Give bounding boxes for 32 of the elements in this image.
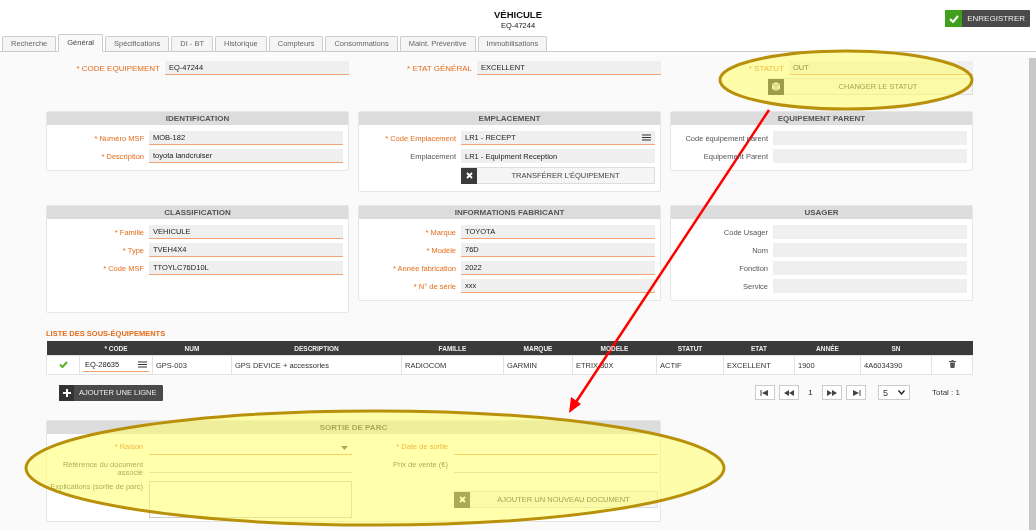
page-title: VÉHICULE: [493, 9, 542, 20]
total-count: Total : 1: [932, 388, 960, 397]
pager-icon[interactable]: [827, 389, 837, 396]
close-icon: [465, 172, 473, 179]
panel-header: EQUIPEMENT PARENT: [671, 112, 972, 125]
trash-icon: [948, 360, 956, 368]
page-size-select[interactable]: 5: [878, 385, 910, 400]
field-label: * STATUT: [747, 63, 784, 73]
panel-header: SORTIE DE PARC: [47, 421, 660, 434]
menu-icon: [642, 134, 651, 141]
panel-header: CLASSIFICATION: [47, 206, 348, 219]
caret-icon: [341, 445, 348, 450]
field-label: * CODE EQUIPEMENT: [75, 63, 160, 73]
page-number[interactable]: 1: [803, 388, 818, 397]
menu-icon: [138, 361, 147, 368]
text-area[interactable]: [149, 481, 352, 518]
close-icon: [458, 496, 466, 503]
pager-icon[interactable]: [784, 389, 794, 396]
chevron-icon: [898, 390, 905, 395]
check-icon: [58, 360, 68, 368]
panel-header: IDENTIFICATION: [47, 112, 348, 125]
panel-header: EMPLACEMENT: [359, 112, 660, 125]
cube-icon: [772, 82, 780, 91]
panel-header: USAGER: [671, 206, 972, 219]
scrollbar[interactable]: [1029, 58, 1036, 530]
panel-header: INFORMATIONS FABRICANT: [359, 206, 660, 219]
check-icon: [948, 14, 959, 23]
pager-icon[interactable]: [760, 389, 770, 396]
plus-icon: [62, 388, 71, 397]
save-button[interactable]: ENREGISTRER: [945, 10, 1030, 27]
field-label: * ETAT GÉNÉRAL: [406, 63, 472, 73]
pager-icon[interactable]: [851, 389, 861, 396]
